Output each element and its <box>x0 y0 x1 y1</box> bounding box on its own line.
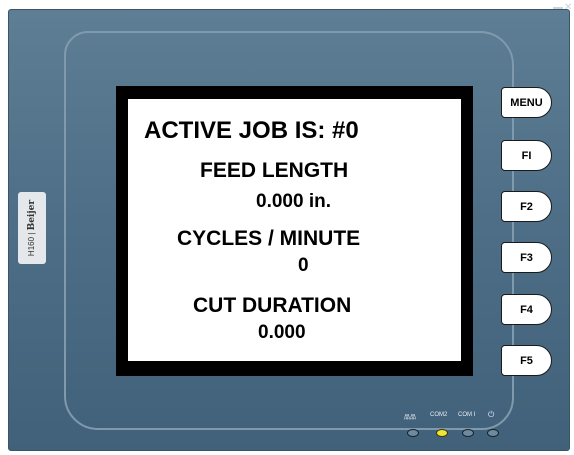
f4-button[interactable]: F4 <box>501 294 552 325</box>
active-job-text: ACTIVE JOB IS: #0 <box>144 117 359 144</box>
cycles-per-minute-value: 0 <box>298 255 309 276</box>
com2-indicator-label: COM2 <box>430 412 448 418</box>
f1-button[interactable]: FI <box>501 140 552 171</box>
feed-length-value: 0.000 in. <box>256 191 331 212</box>
run-indicator-label: 品品 <box>404 415 417 421</box>
com1-indicator-led <box>462 429 474 437</box>
cycles-per-minute-label: CYCLES / MINUTE <box>177 227 361 250</box>
power-indicator-led <box>487 429 499 437</box>
f3-button[interactable]: F3 <box>501 242 552 273</box>
f2-button[interactable]: F2 <box>501 191 552 222</box>
cut-duration-label: CUT DURATION <box>193 294 352 317</box>
brand-text: H160 | Beijer <box>27 200 37 256</box>
f5-button[interactable]: F5 <box>501 345 552 376</box>
power-icon: ⏻ <box>488 410 495 419</box>
feed-length-label: FEED LENGTH <box>200 159 349 182</box>
menu-button[interactable]: MENU <box>501 87 552 118</box>
com2-indicator-led <box>436 429 448 437</box>
brand-name: Beijer <box>27 199 37 231</box>
brand-label: H160 | Beijer <box>18 192 46 264</box>
com1-indicator-label: COM I <box>458 412 476 418</box>
cut-duration-value: 0.000 <box>258 322 306 343</box>
display-screen: ACTIVE JOB IS: #0 FEED LENGTH 0.000 in. … <box>128 99 461 361</box>
model-name: H160 | <box>27 232 36 257</box>
run-indicator-led <box>407 429 419 437</box>
